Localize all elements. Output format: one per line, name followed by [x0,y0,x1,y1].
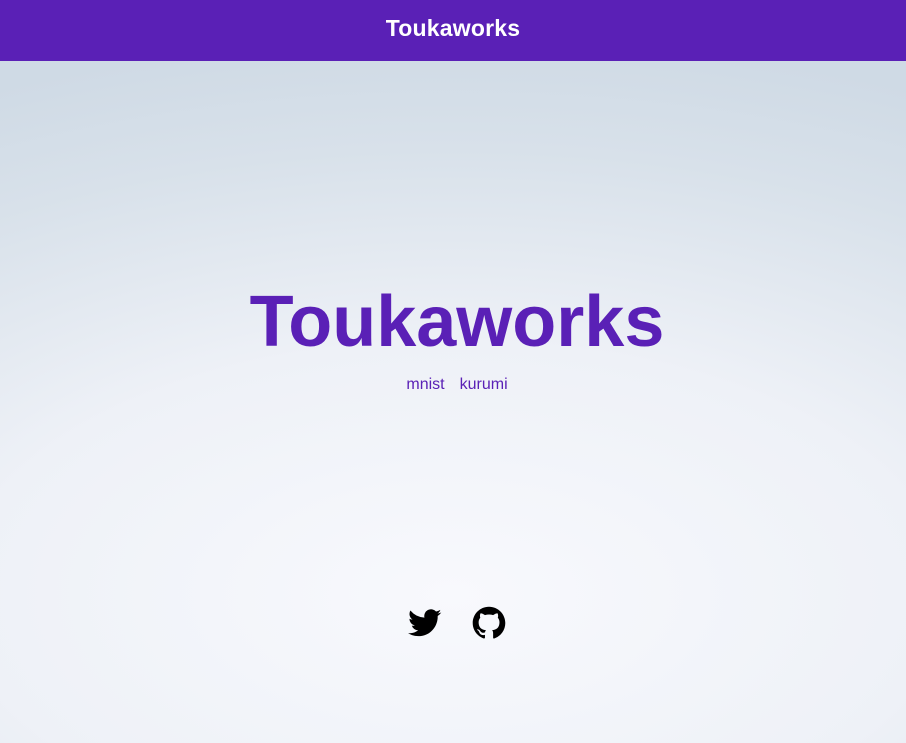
twitter-link[interactable] [408,606,442,640]
top-bar: Toukaworks [0,0,906,61]
github-icon [472,606,506,639]
hero-title: Toukaworks [249,282,665,362]
project-link-mnist[interactable]: mnist [406,375,444,395]
twitter-icon [408,609,442,637]
github-link[interactable] [472,606,506,640]
project-link-kurumi[interactable]: kurumi [460,375,508,395]
site-title-link[interactable]: Toukaworks [386,15,521,42]
social-links [0,606,906,640]
project-links: mnist kurumi [0,375,906,395]
